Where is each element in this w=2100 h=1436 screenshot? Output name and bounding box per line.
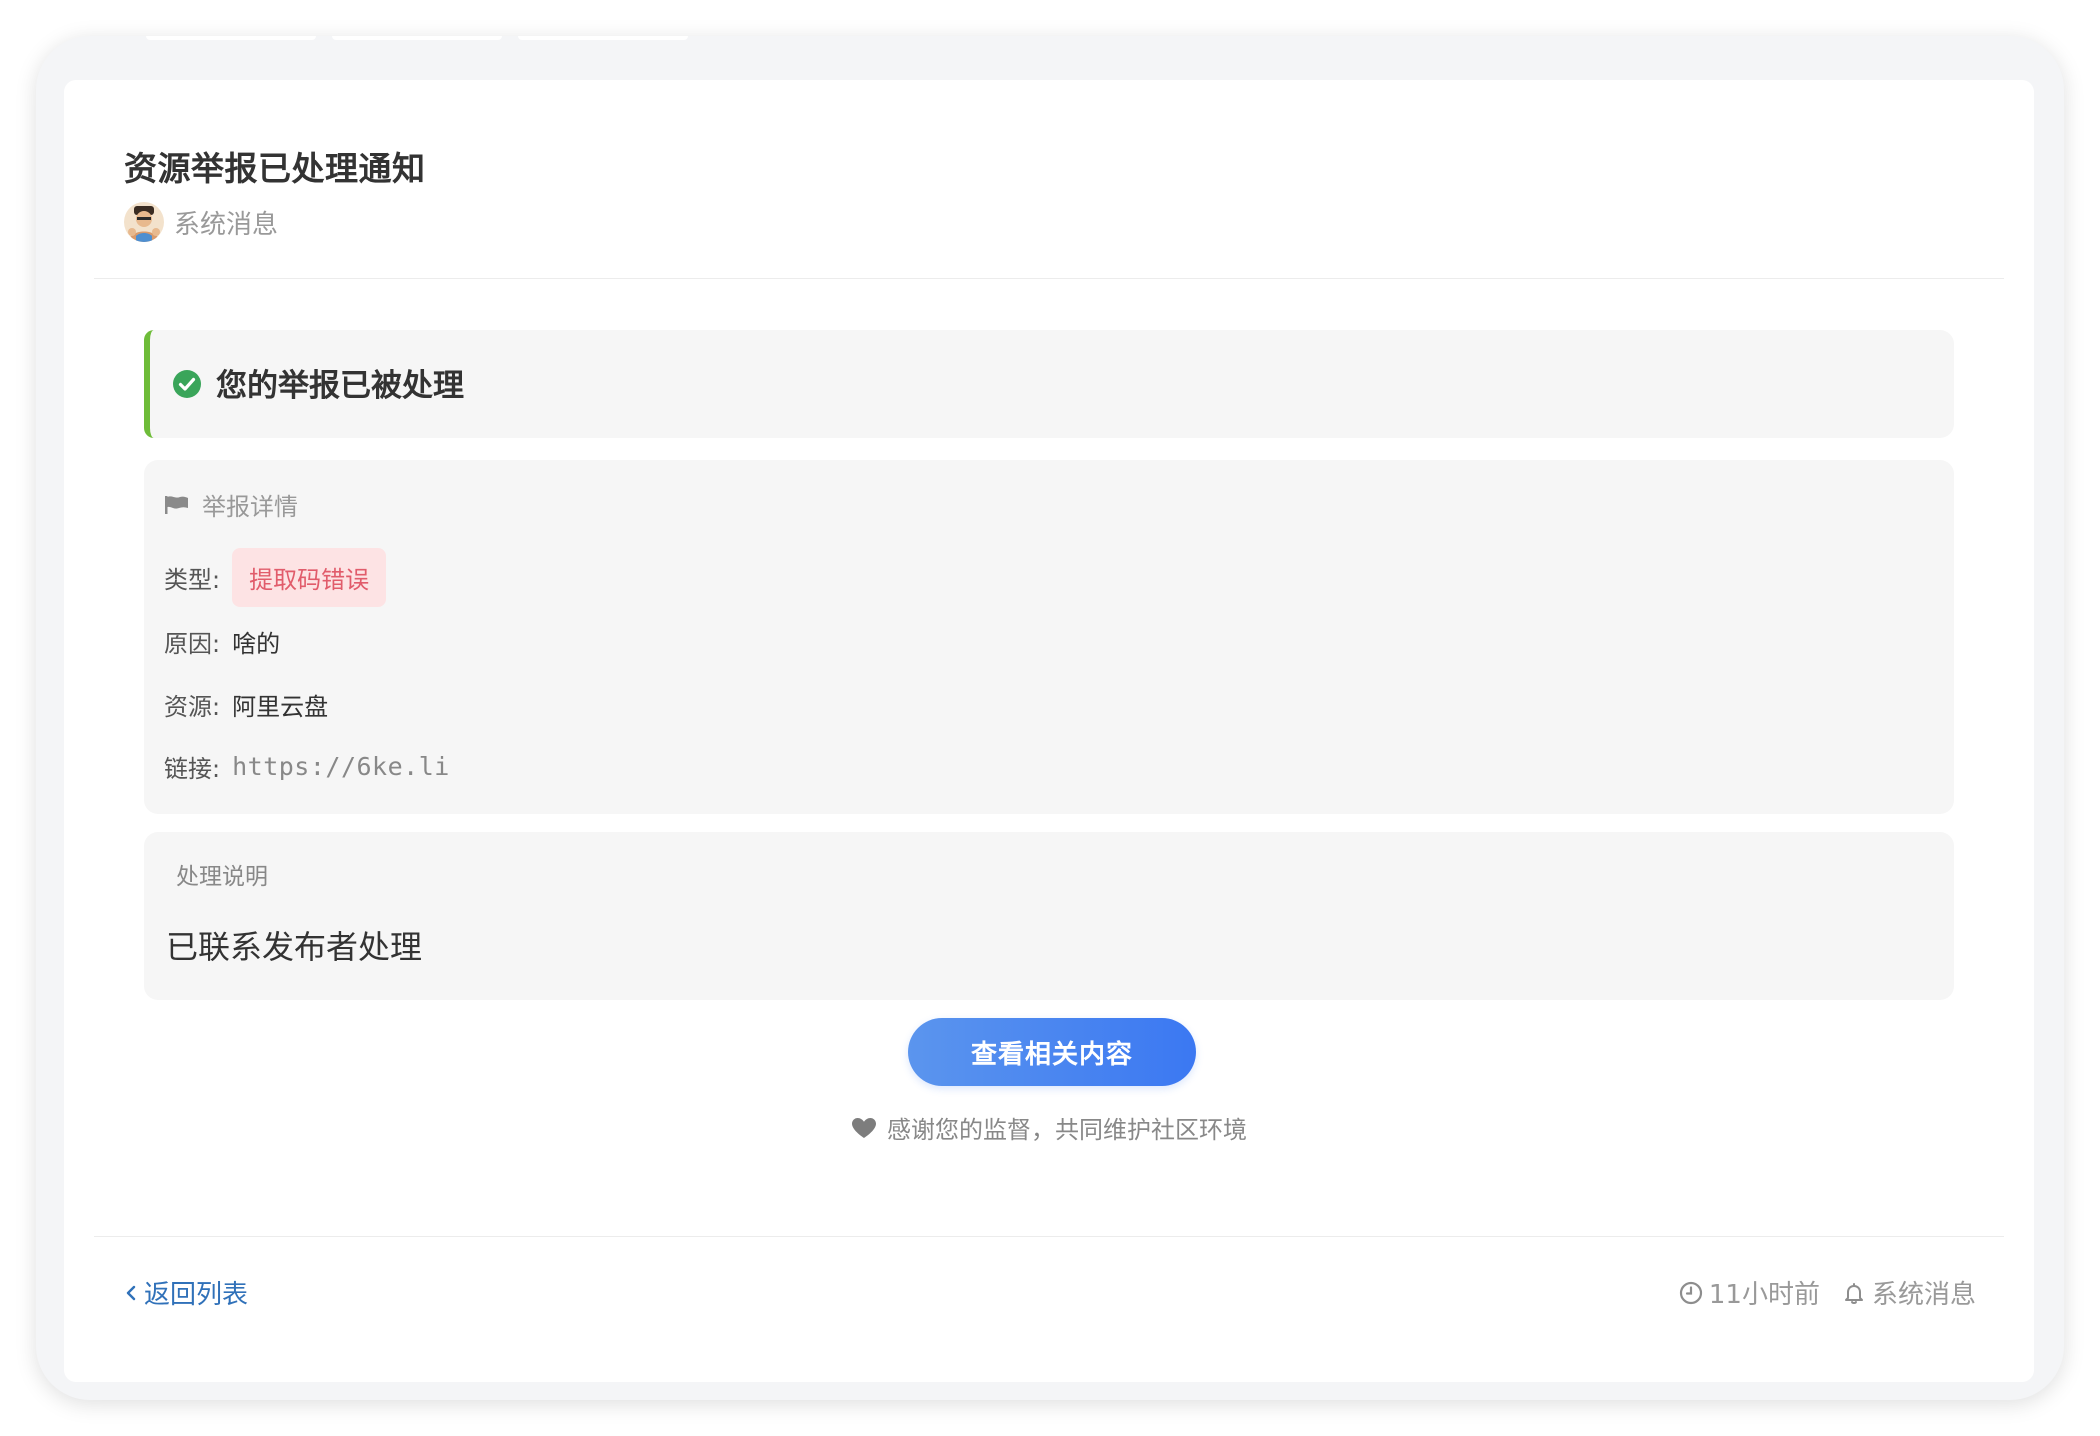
avatar bbox=[124, 202, 164, 242]
link-value[interactable]: https://6ke.li bbox=[232, 752, 450, 781]
report-details-panel: 举报详情 类型: 提取码错误 原因: 啥的 资源: 阿里云盘 链接: https… bbox=[144, 460, 1954, 814]
report-details-title: 举报详情 bbox=[202, 493, 298, 521]
window-frame: 资源举报已处理通知 系统消息 您的举报已被处理 举报详情 类型: 提取码错误 原… bbox=[36, 36, 2064, 1400]
handling-explanation-panel: 处理说明 已联系发布者处理 bbox=[144, 832, 1954, 1000]
explanation-title: 处理说明 bbox=[176, 864, 268, 890]
flag-icon bbox=[165, 495, 188, 514]
footer-divider bbox=[94, 1236, 2004, 1237]
detail-row-link: 链接: https://6ke.li bbox=[164, 749, 450, 784]
type-tag: 提取码错误 bbox=[232, 548, 387, 607]
header-divider bbox=[94, 278, 2004, 279]
back-to-list-link[interactable]: 返回列表 bbox=[124, 1274, 248, 1311]
detail-row-type: 类型: 提取码错误 bbox=[164, 548, 387, 607]
author-info: 系统消息 bbox=[124, 202, 278, 242]
view-related-content-button[interactable]: 查看相关内容 bbox=[908, 1018, 1196, 1086]
time-info: 11小时前 bbox=[1679, 1274, 1820, 1311]
author-name: 系统消息 bbox=[174, 209, 279, 240]
detail-row-reason: 原因: 啥的 bbox=[164, 624, 280, 659]
category-text: 系统消息 bbox=[1871, 1280, 1976, 1310]
category-info: 系统消息 bbox=[1842, 1274, 1976, 1311]
status-banner: 您的举报已被处理 bbox=[144, 330, 1954, 438]
explanation-text: 已联系发布者处理 bbox=[166, 928, 423, 966]
detail-row-resource: 资源: 阿里云盘 bbox=[164, 687, 328, 722]
clock-icon bbox=[1679, 1281, 1702, 1304]
thanks-message: 感谢您的监督，共同维护社区环境 bbox=[64, 1110, 2034, 1145]
link-label: 链接: bbox=[164, 755, 221, 783]
resource-label: 资源: bbox=[164, 693, 221, 721]
chevron-left-icon bbox=[126, 1285, 136, 1300]
bell-icon bbox=[1844, 1282, 1863, 1304]
thanks-text: 感谢您的监督，共同维护社区环境 bbox=[887, 1116, 1247, 1144]
time-text: 11小时前 bbox=[1708, 1280, 1820, 1310]
notification-meta: 11小时前 系统消息 bbox=[1679, 1274, 1976, 1311]
notification-header: 资源举报已处理通知 系统消息 bbox=[64, 80, 2034, 278]
resource-value: 阿里云盘 bbox=[232, 693, 329, 721]
notification-footer: 返回列表 11小时前 系统消息 bbox=[64, 1270, 2034, 1320]
reason-value: 啥的 bbox=[232, 630, 281, 658]
check-circle-icon bbox=[173, 370, 201, 398]
report-details-header: 举报详情 bbox=[164, 487, 298, 522]
page-title: 资源举报已处理通知 bbox=[124, 149, 426, 188]
notification-card: 资源举报已处理通知 系统消息 您的举报已被处理 举报详情 类型: 提取码错误 原… bbox=[64, 80, 2034, 1382]
status-text: 您的举报已被处理 bbox=[216, 368, 464, 404]
back-to-list-label: 返回列表 bbox=[144, 1280, 249, 1310]
type-label: 类型: bbox=[164, 566, 221, 594]
reason-label: 原因: bbox=[164, 630, 221, 658]
top-tab-strip bbox=[36, 36, 2064, 44]
heart-icon bbox=[852, 1117, 876, 1138]
